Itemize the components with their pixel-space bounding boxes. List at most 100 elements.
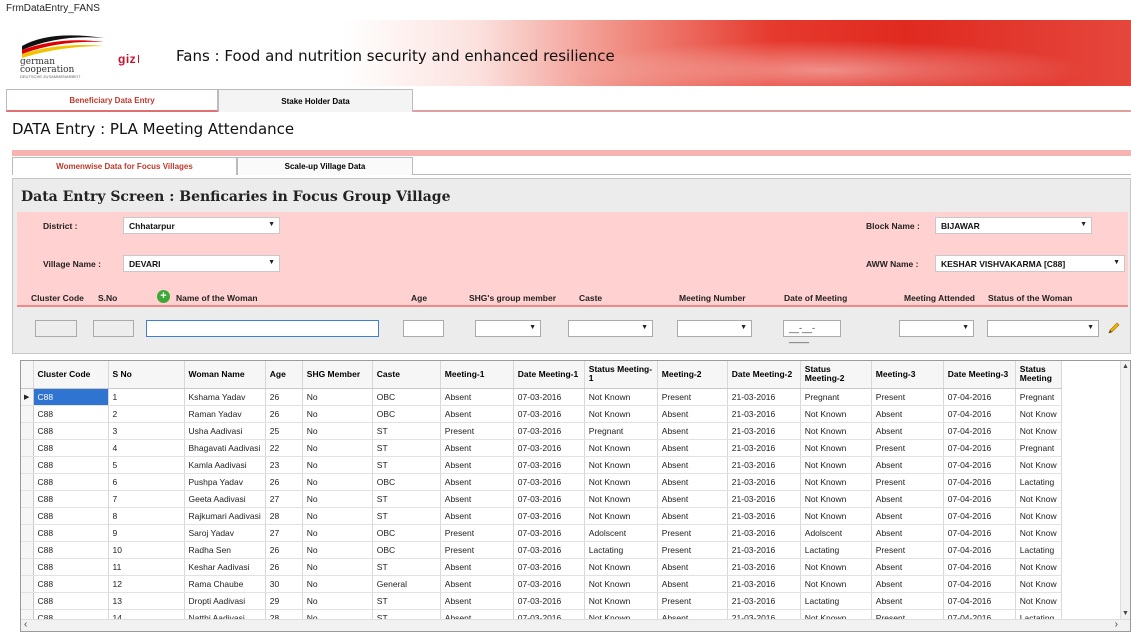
table-cell[interactable]: C88 (33, 575, 109, 593)
table-cell[interactable]: Not Know (1015, 456, 1062, 474)
table-cell[interactable]: Absent (657, 473, 728, 491)
col-age[interactable]: Age (265, 361, 303, 389)
row-header[interactable] (21, 575, 34, 593)
table-cell[interactable]: 21-03-2016 (727, 541, 801, 559)
table-row[interactable]: C88 3 Usha Aadivasi 25 No ST Present 07-03-201… (21, 422, 1062, 440)
col-sno[interactable]: S No (108, 361, 185, 389)
table-cell[interactable]: ST (372, 558, 441, 576)
col-date-meeting-2[interactable]: Date Meeting-2 (727, 361, 801, 389)
table-cell[interactable]: C88 (33, 558, 109, 576)
table-cell[interactable]: C88 (33, 422, 109, 440)
table-cell[interactable]: Absent (440, 388, 514, 406)
table-cell[interactable]: OBC (372, 541, 441, 559)
table-cell[interactable]: Lactating (800, 541, 872, 559)
table-cell[interactable]: Absent (440, 575, 514, 593)
table-cell[interactable]: Present (871, 439, 944, 457)
table-cell[interactable]: Absent (871, 405, 944, 423)
table-cell[interactable]: 07-04-2016 (943, 439, 1016, 457)
table-cell[interactable]: ST (372, 422, 441, 440)
table-cell[interactable]: Absent (871, 558, 944, 576)
table-cell[interactable]: Kshama Yadav (184, 388, 266, 406)
age-input[interactable] (403, 320, 444, 337)
table-cell[interactable]: 21-03-2016 (727, 558, 801, 576)
table-cell[interactable]: 07-03-2016 (513, 490, 585, 508)
table-cell[interactable]: No (302, 524, 373, 542)
table-cell[interactable]: 21-03-2016 (727, 456, 801, 474)
caste-select[interactable]: ▼ (568, 320, 653, 337)
table-cell[interactable]: 21-03-2016 (727, 405, 801, 423)
table-cell[interactable]: Not Known (584, 405, 658, 423)
table-cell[interactable]: 07-04-2016 (943, 405, 1016, 423)
table-cell[interactable]: Absent (657, 490, 728, 508)
table-cell[interactable]: C88 (33, 490, 109, 508)
row-header[interactable] (21, 473, 34, 491)
woman-name-input[interactable] (146, 320, 379, 337)
table-cell[interactable]: Present (871, 541, 944, 559)
table-cell[interactable]: Keshar Aadivasi (184, 558, 266, 576)
table-cell[interactable]: Pregnant (1015, 388, 1062, 406)
table-cell[interactable]: Present (657, 388, 728, 406)
table-cell[interactable]: Lactating (1015, 541, 1062, 559)
table-cell[interactable]: 07-04-2016 (943, 473, 1016, 491)
table-cell[interactable]: No (302, 558, 373, 576)
table-cell[interactable]: Absent (657, 405, 728, 423)
table-cell[interactable]: Present (657, 524, 728, 542)
row-header[interactable] (21, 439, 34, 457)
table-cell[interactable]: ST (372, 490, 441, 508)
table-cell[interactable]: No (302, 575, 373, 593)
table-cell[interactable]: Absent (657, 439, 728, 457)
table-cell[interactable]: 1 (108, 388, 185, 406)
table-cell[interactable]: Not Known (584, 507, 658, 525)
table-cell[interactable]: Rajkumari Aadivasi (184, 507, 266, 525)
table-cell[interactable]: Not Known (800, 456, 872, 474)
tab-scale-up-village-data[interactable]: Scale-up Village Data (237, 157, 413, 175)
table-cell[interactable]: 7 (108, 490, 185, 508)
table-cell[interactable]: Lactating (584, 541, 658, 559)
table-cell[interactable]: Absent (657, 507, 728, 525)
scroll-up-icon[interactable]: ▲ (1122, 363, 1129, 370)
table-row[interactable]: C88 7 Geeta Aadivasi 27 No ST Absent 07-03-2016… (21, 490, 1062, 508)
table-cell[interactable]: 07-03-2016 (513, 507, 585, 525)
table-cell[interactable]: 29 (265, 592, 303, 610)
table-cell[interactable]: 07-03-2016 (513, 439, 585, 457)
table-cell[interactable]: Adolscent (800, 524, 872, 542)
table-cell[interactable]: C88 (33, 439, 109, 457)
table-cell[interactable]: 07-03-2016 (513, 592, 585, 610)
table-cell[interactable]: 07-04-2016 (943, 507, 1016, 525)
col-woman-name[interactable]: Woman Name (184, 361, 266, 389)
table-cell[interactable]: Absent (657, 456, 728, 474)
scroll-down-icon[interactable]: ▼ (1122, 610, 1129, 617)
meeting-attended-select[interactable]: ▼ (899, 320, 974, 337)
table-cell[interactable]: Not Known (800, 439, 872, 457)
table-cell[interactable]: Not Know (1015, 507, 1062, 525)
table-cell[interactable]: No (302, 490, 373, 508)
table-cell[interactable]: Not Known (800, 473, 872, 491)
col-cluster-code[interactable]: Cluster Code (33, 361, 109, 389)
col-meeting-3[interactable]: Meeting-3 (871, 361, 944, 389)
col-status-meeting-1[interactable]: Status Meeting-1 (584, 361, 658, 389)
table-cell[interactable]: Geeta Aadivasi (184, 490, 266, 508)
table-cell[interactable]: Absent (657, 575, 728, 593)
table-row[interactable]: C88 6 Pushpa Yadav 26 No OBC Absent 07-03-2016 N… (21, 473, 1062, 491)
table-cell[interactable]: Rama Chaube (184, 575, 266, 593)
table-cell[interactable]: Absent (871, 524, 944, 542)
table-cell[interactable]: ST (372, 456, 441, 474)
table-cell[interactable]: 21-03-2016 (727, 524, 801, 542)
row-header[interactable] (21, 541, 34, 559)
row-header[interactable] (21, 507, 34, 525)
table-cell[interactable]: No (302, 439, 373, 457)
table-cell[interactable]: Absent (440, 473, 514, 491)
table-cell[interactable]: 07-03-2016 (513, 388, 585, 406)
horizontal-scrollbar[interactable]: ‹ › (21, 619, 1130, 631)
table-cell[interactable]: C88 (33, 473, 109, 491)
table-cell[interactable]: Lactating (1015, 473, 1062, 491)
table-cell[interactable]: Not Know (1015, 422, 1062, 440)
tab-beneficiary-data-entry[interactable]: Beneficiary Data Entry (6, 89, 218, 112)
table-cell[interactable]: 21-03-2016 (727, 473, 801, 491)
table-row[interactable]: C88 9 Saroj Yadav 27 No OBC Present 07-03-2016 A… (21, 524, 1062, 542)
row-header[interactable] (21, 558, 34, 576)
table-cell[interactable]: 26 (265, 405, 303, 423)
table-cell[interactable]: Not Know (1015, 524, 1062, 542)
table-cell[interactable]: 07-04-2016 (943, 558, 1016, 576)
table-cell[interactable]: Not Known (584, 558, 658, 576)
